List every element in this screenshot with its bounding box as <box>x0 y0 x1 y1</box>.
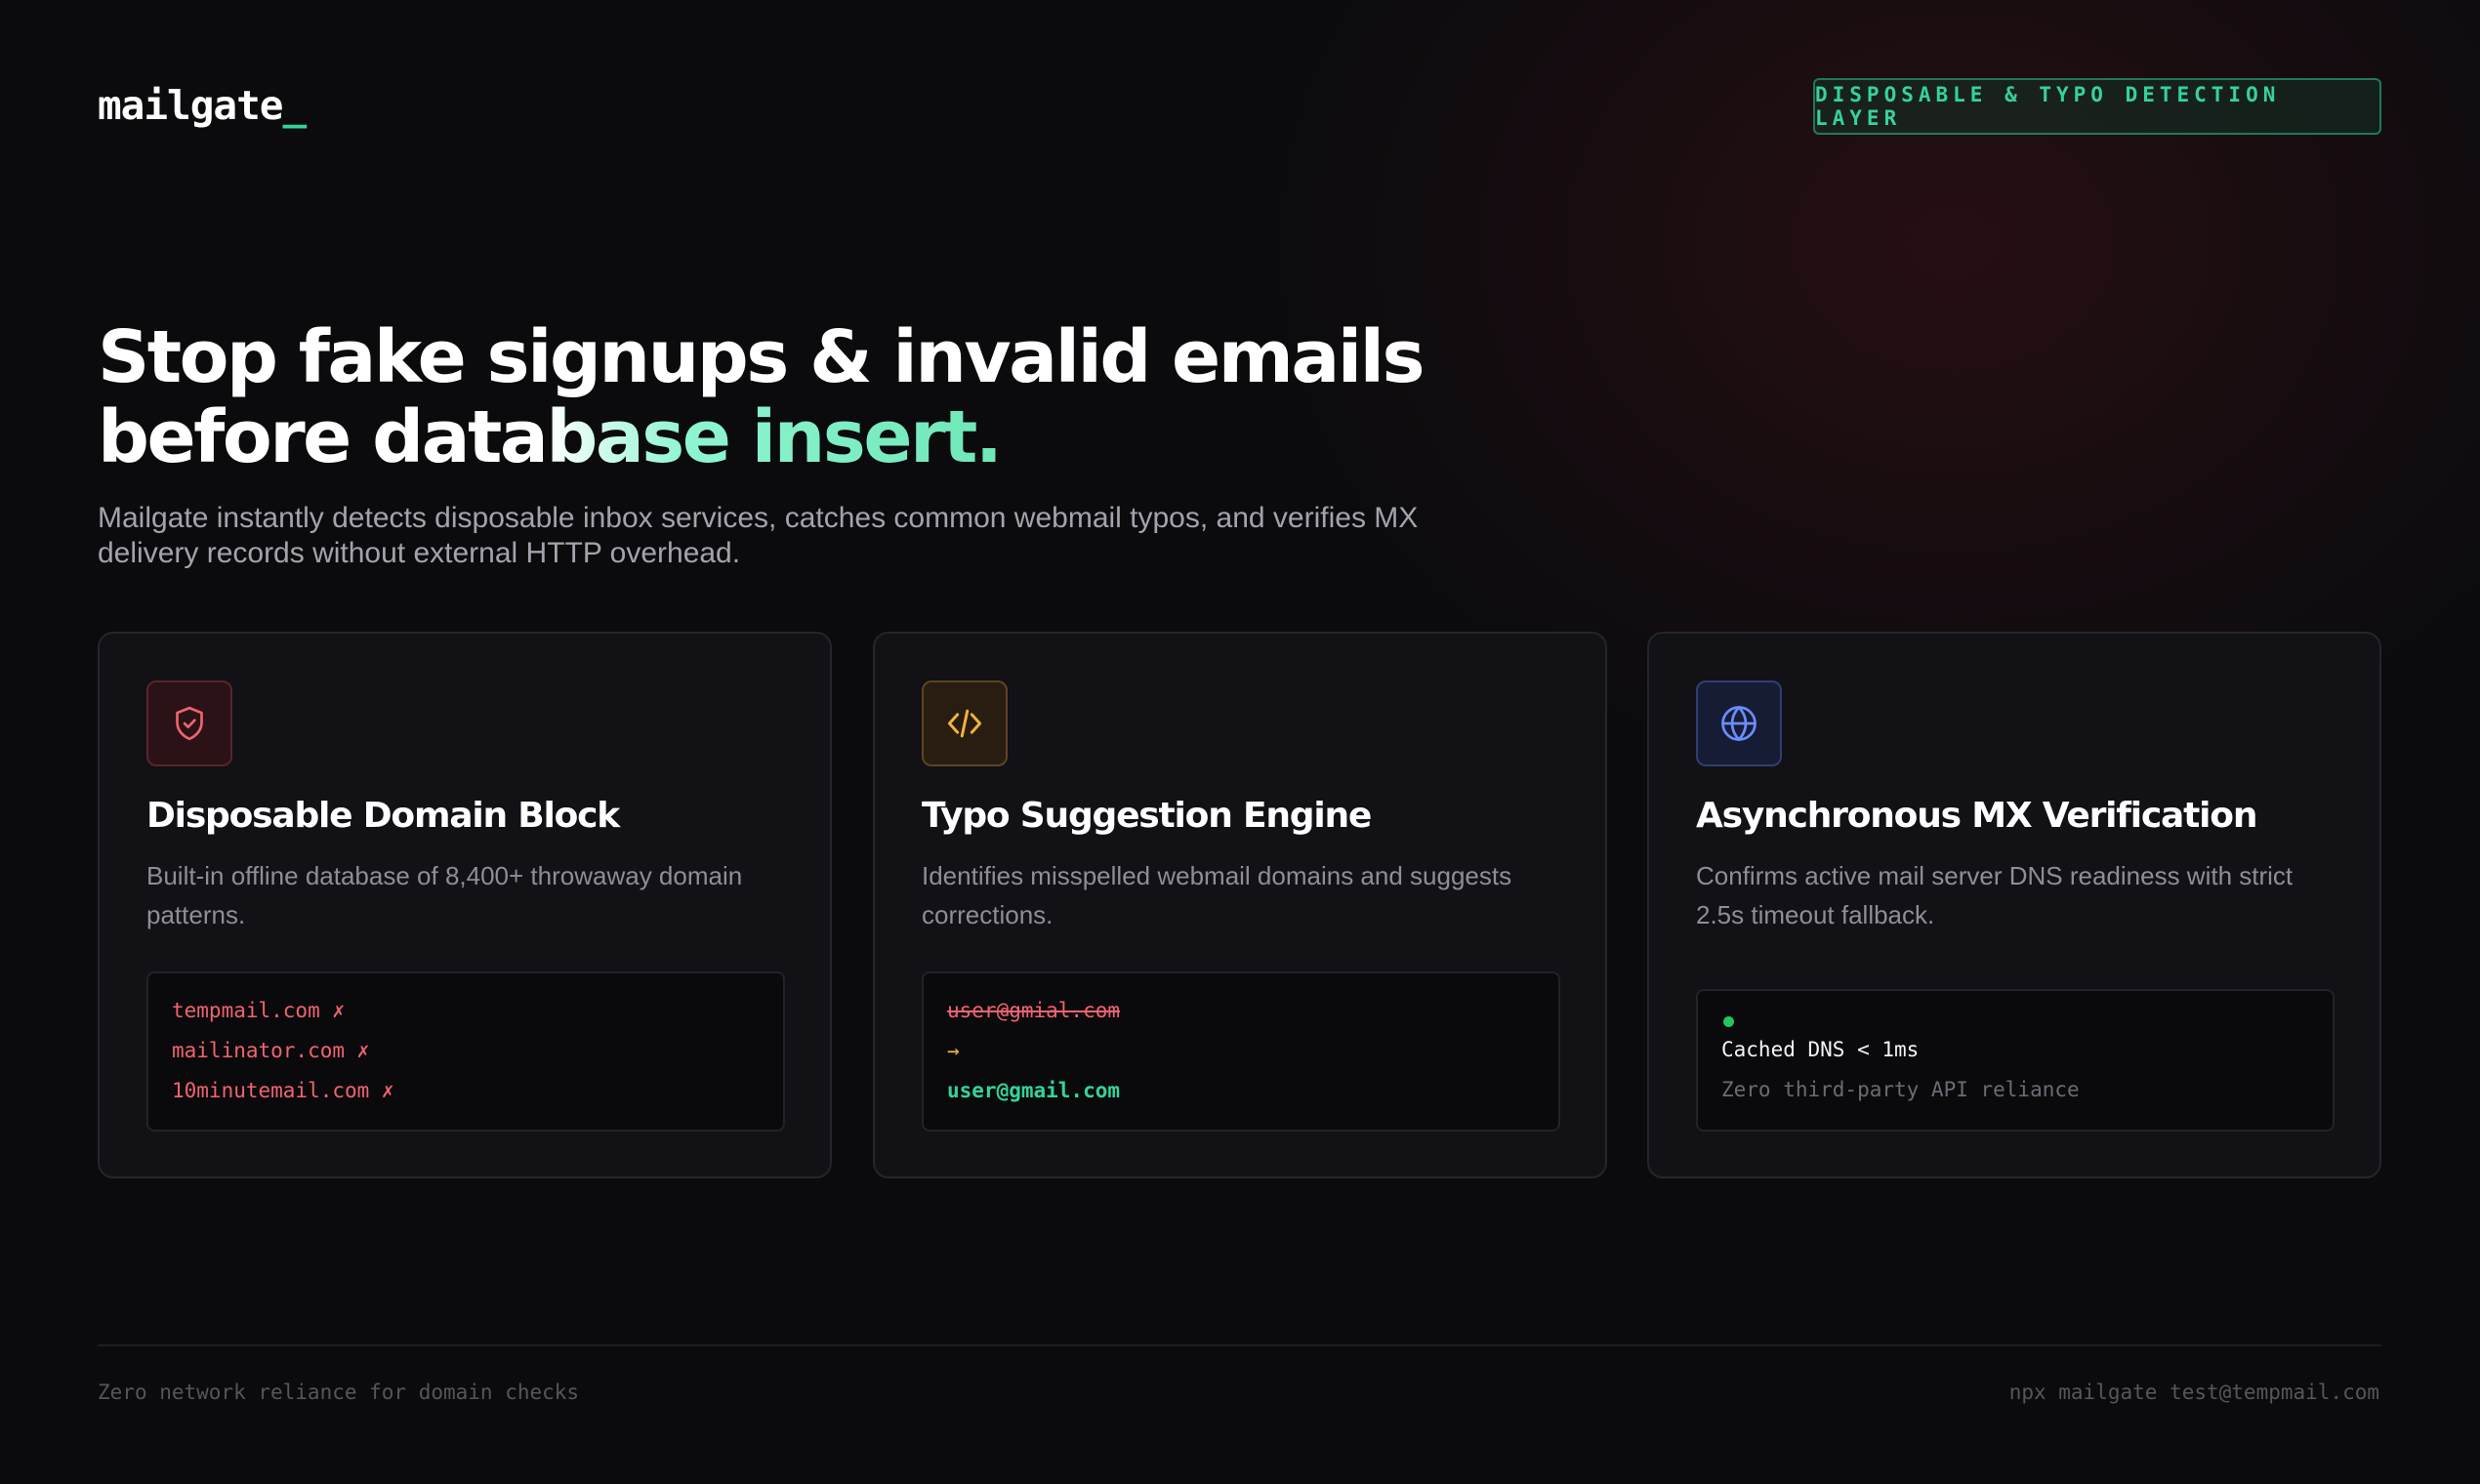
shield-check-icon <box>146 680 232 766</box>
headline-line-2-accent: base insert. <box>546 395 1003 479</box>
headline-line-2-plain: before data <box>98 395 549 479</box>
detection-layer-badge: DISPOSABLE & TYPO DETECTION LAYER <box>1813 78 2381 135</box>
hero-headline: Stop fake signups & invalid emails befor… <box>98 315 1426 479</box>
footer-command: npx mailgate test@tempmail.com <box>2008 1381 2379 1404</box>
dns-note: Zero third-party API reliance <box>1721 1078 2080 1101</box>
blocked-domain-line: mailinator.com ✗ <box>172 1039 370 1062</box>
code-sample: Cached DNS < 1ms Zero third-party API re… <box>1696 989 2335 1132</box>
blocked-domain-line: 10minutemail.com ✗ <box>172 1079 394 1102</box>
card-description: Confirms active mail server DNS readines… <box>1696 861 2294 929</box>
corrected-email: user@gmail.com <box>947 1079 1121 1102</box>
card-title: Disposable Domain Block <box>146 796 620 836</box>
card-description: Identifies misspelled webmail domains an… <box>922 861 1512 929</box>
code-icon <box>922 680 1008 766</box>
feature-card-typo: Typo Suggestion Engine Identifies misspe… <box>873 632 1607 1178</box>
status-dot-icon <box>1723 1016 1734 1027</box>
card-title: Typo Suggestion Engine <box>922 796 1372 836</box>
card-description: Built-in offline database of 8,400+ thro… <box>146 861 743 929</box>
headline-line-1: Stop fake signups & invalid emails <box>98 315 1426 399</box>
typo-email: user@gmial.com <box>947 999 1121 1022</box>
logo-text: mailgate <box>98 82 283 129</box>
headline-line-2: before database insert. <box>98 395 1003 479</box>
globe-icon <box>1696 680 1782 766</box>
hero-subline: Mailgate instantly detects disposable in… <box>98 502 1419 569</box>
logo-cursor: _ <box>282 82 307 129</box>
footer-divider <box>98 1344 2381 1346</box>
logo[interactable]: mailgate_ <box>98 82 307 129</box>
footer-tagline: Zero network reliance for domain checks <box>98 1381 580 1404</box>
dns-status: Cached DNS < 1ms <box>1721 1038 1920 1061</box>
feature-card-mx: Asynchronous MX Verification Confirms ac… <box>1647 632 2381 1178</box>
code-sample: user@gmial.com → user@gmail.com <box>922 971 1560 1132</box>
card-title: Asynchronous MX Verification <box>1696 796 2257 836</box>
feature-card-disposable: Disposable Domain Block Built-in offline… <box>98 632 832 1178</box>
blocked-domain-line: tempmail.com ✗ <box>172 999 346 1022</box>
arrow-icon: → <box>947 1039 960 1062</box>
code-sample: tempmail.com ✗ mailinator.com ✗ 10minute… <box>146 971 785 1132</box>
